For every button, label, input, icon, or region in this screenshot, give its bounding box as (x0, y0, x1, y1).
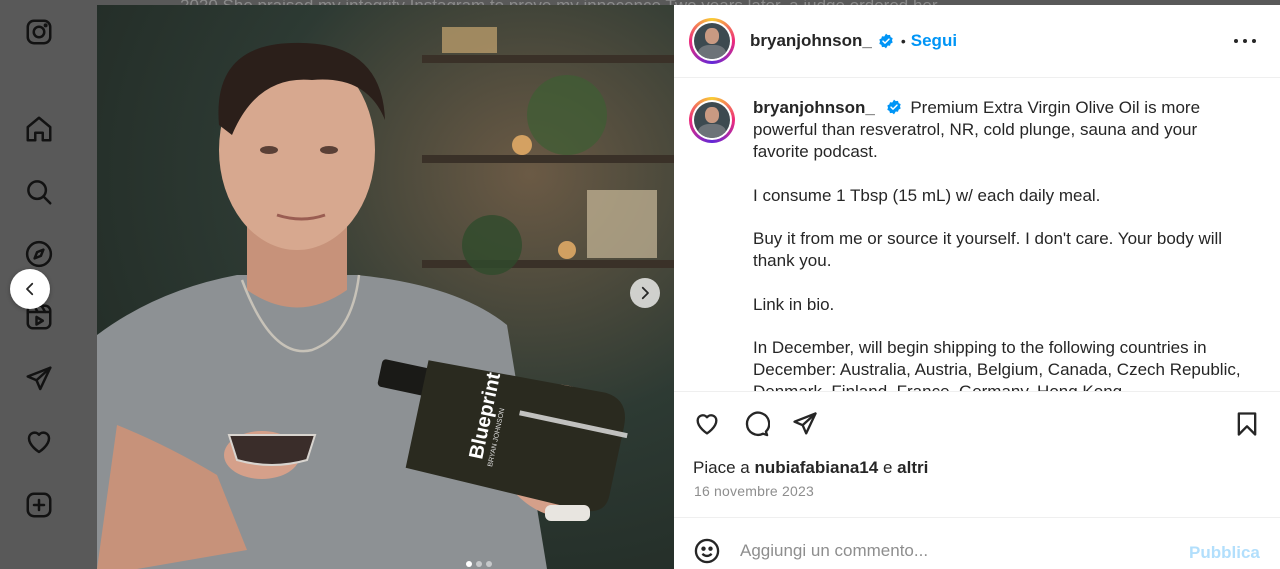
post-photo-illustration: Blueprint BRYAN JOHNSON (97, 27, 674, 569)
likes-summary: Piace a nubiafabiana14 e altri (693, 458, 928, 478)
like-button[interactable] (693, 410, 723, 440)
avatar[interactable] (689, 18, 735, 64)
chevron-left-icon (26, 282, 34, 296)
previous-post-button[interactable] (10, 269, 50, 309)
separator: • (900, 33, 906, 49)
caption-paragraph: Buy it from me or source it yourself. I … (753, 229, 1223, 270)
share-icon (793, 412, 817, 435)
caption-avatar[interactable] (689, 97, 735, 143)
more-dot-icon (1252, 39, 1256, 43)
emoji-button[interactable] (693, 537, 721, 565)
messages-icon[interactable] (22, 362, 56, 396)
notifications-icon[interactable] (22, 425, 56, 459)
caption-text: bryanjohnson_ Premium Extra Virgin Olive… (753, 97, 1250, 391)
carousel-dot (476, 561, 482, 567)
verified-badge-icon (879, 33, 893, 49)
create-icon[interactable] (22, 488, 56, 522)
likes-others-link[interactable]: altri (897, 458, 928, 477)
publish-button[interactable]: Pubblica (1189, 543, 1260, 563)
username-link[interactable]: bryanjohnson_ (750, 31, 872, 51)
carousel-dot (486, 561, 492, 567)
post-image: Blueprint BRYAN JOHNSON (97, 5, 674, 569)
post-header: bryanjohnson_ • Segui (674, 5, 1280, 78)
more-dot-icon (1234, 39, 1238, 43)
caption-paragraph: I consume 1 Tbsp (15 mL) w/ each daily m… (753, 185, 1101, 205)
heart-icon (696, 414, 718, 435)
home-icon[interactable] (22, 112, 56, 146)
emoji-icon (694, 538, 720, 564)
comment-icon (745, 411, 771, 437)
caption-paragraph: Link in bio. (753, 294, 835, 314)
search-icon[interactable] (22, 175, 56, 209)
comment-input[interactable] (740, 537, 1160, 565)
explore-icon[interactable] (22, 237, 56, 271)
post-details-panel: bryanjohnson_ • Segui bryanjohnson_ Prem… (674, 5, 1280, 569)
likes-and: e (882, 458, 893, 477)
caption-username-link[interactable]: bryanjohnson_ (753, 98, 875, 117)
more-options-button[interactable] (1234, 31, 1256, 51)
bookmark-icon (1237, 412, 1257, 436)
comment-bar: Pubblica (674, 517, 1280, 569)
likes-user-link[interactable]: nubiafabiana14 (754, 458, 878, 477)
post-actions (674, 391, 1280, 451)
instagram-logo-icon[interactable] (22, 15, 56, 49)
chevron-right-icon (641, 286, 649, 300)
carousel-indicator (466, 561, 492, 567)
save-button[interactable] (1233, 410, 1263, 440)
verified-badge-icon (886, 99, 901, 115)
more-dot-icon (1243, 39, 1247, 43)
post-date[interactable]: 16 novembre 2023 (694, 483, 814, 499)
comment-button[interactable] (742, 410, 772, 440)
carousel-dot (466, 561, 472, 567)
share-button[interactable] (791, 410, 821, 440)
next-slide-button[interactable] (630, 278, 660, 308)
follow-button[interactable]: Segui (911, 31, 957, 51)
likes-prefix: Piace a (693, 458, 750, 477)
caption-area: bryanjohnson_ Premium Extra Virgin Olive… (674, 79, 1280, 391)
caption-paragraph: In December, will begin shipping to the … (753, 338, 1241, 391)
